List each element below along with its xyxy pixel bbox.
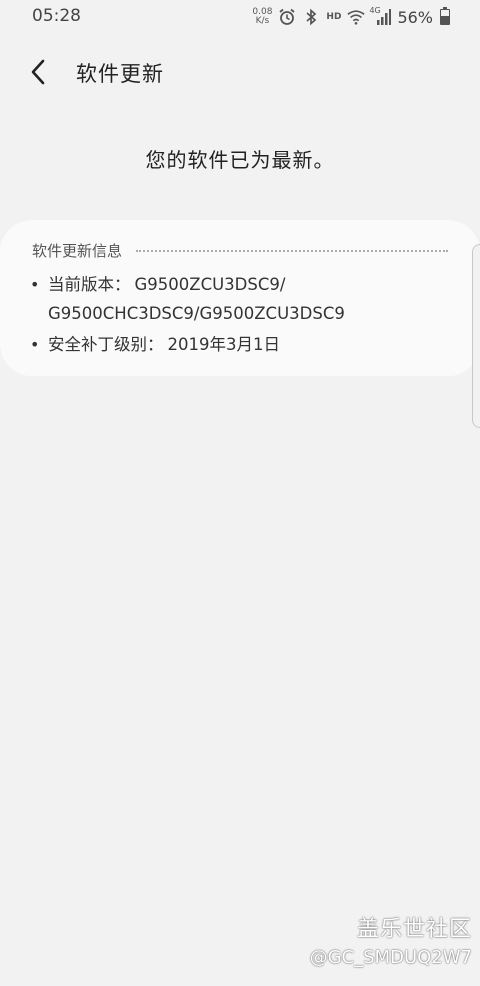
watermark-logo: 盖乐世社区 <box>356 917 472 942</box>
list-item-security-patch: 安全补丁级别：2019年3月1日 <box>30 330 456 359</box>
card-header: 软件更新信息 <box>32 240 448 261</box>
security-patch-label: 安全补丁级别： <box>48 335 164 354</box>
status-bar: 05:28 0.08 K/s HD 4G 56% <box>0 0 480 34</box>
current-version-label: 当前版本： <box>48 275 131 294</box>
alarm-icon <box>278 8 296 26</box>
hd-voice-label: HD <box>326 12 342 22</box>
app-header: 软件更新 <box>0 50 480 94</box>
watermark-handle: @GC_SMDUQ2W7 <box>309 947 472 968</box>
back-button[interactable] <box>22 54 54 90</box>
card-title: 软件更新信息 <box>32 242 123 260</box>
dotted-divider <box>136 249 448 252</box>
bluetooth-icon <box>302 8 320 26</box>
battery-percent: 56% <box>397 7 433 27</box>
scroll-handle[interactable] <box>472 244 480 428</box>
security-patch-value: 2019年3月1日 <box>167 335 281 354</box>
network-speed-unit: K/s <box>255 16 270 26</box>
wifi-icon <box>347 8 366 26</box>
list-item-current-version: 当前版本：G9500ZCU3DSC9/ G9500CHC3DSC9/G9500Z… <box>30 270 456 328</box>
status-time: 05:28 <box>32 6 81 26</box>
network-speed: 0.08 K/s <box>252 8 272 26</box>
cellular-signal-icon: 4G <box>369 6 392 26</box>
software-info-card: 软件更新信息 当前版本：G9500ZCU3DSC9/ G9500CHC3DSC9… <box>0 220 480 376</box>
info-list: 当前版本：G9500ZCU3DSC9/ G9500CHC3DSC9/G9500Z… <box>30 270 456 361</box>
page-title: 软件更新 <box>76 62 164 86</box>
battery-level-fill <box>441 16 449 24</box>
status-icons: 0.08 K/s HD 4G 56% <box>252 5 450 29</box>
battery-icon <box>440 7 450 25</box>
update-status-message: 您的软件已为最新。 <box>145 148 335 172</box>
back-arrow-icon <box>31 59 45 85</box>
watermark: 盖乐世社区 @GC_SMDUQ2W7 <box>310 911 472 968</box>
